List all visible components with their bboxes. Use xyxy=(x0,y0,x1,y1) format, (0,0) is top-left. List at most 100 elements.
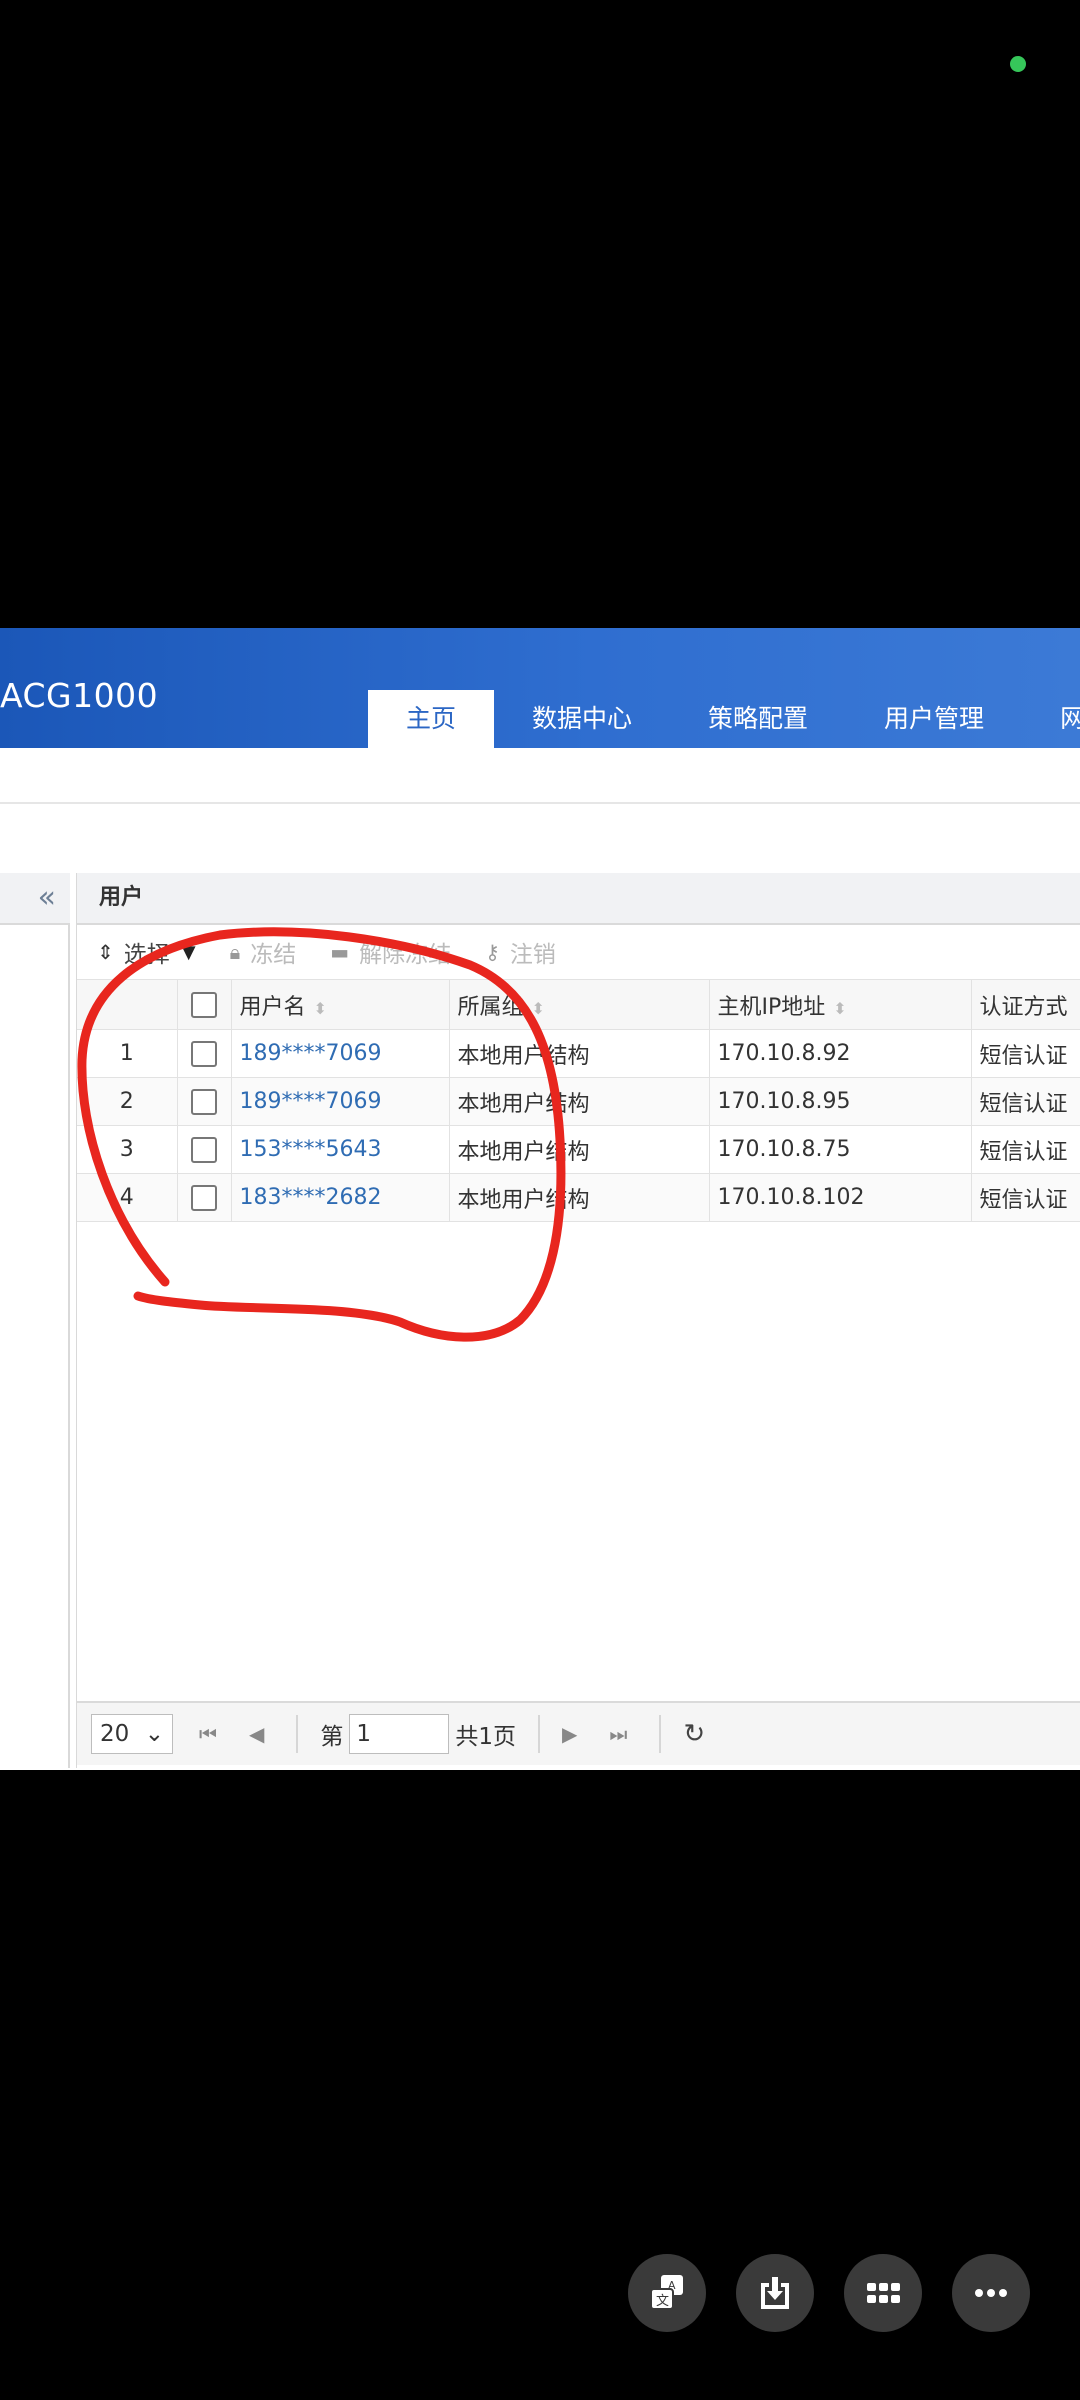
table-row[interactable]: 4 183****2682 本地用户结构 170.10.8.102 短信认证 xyxy=(77,1173,1080,1222)
header-select-all[interactable] xyxy=(177,979,232,1030)
ip-cell: 170.10.8.92 xyxy=(709,1029,972,1078)
row-checkbox[interactable] xyxy=(191,1088,217,1115)
next-page-icon[interactable]: ▶ xyxy=(562,1722,577,1746)
key-icon: ⚷ xyxy=(485,940,500,964)
sidebar-header: « xyxy=(0,873,70,925)
table-row[interactable]: 3 153****5643 本地用户结构 170.10.8.75 短信认证 xyxy=(77,1125,1080,1174)
pager-divider xyxy=(538,1715,541,1753)
svg-text:文: 文 xyxy=(656,2294,669,2309)
auth-cell: 短信认证 xyxy=(971,1173,1080,1222)
ip-cell: 170.10.8.102 xyxy=(709,1173,972,1222)
auth-cell: 短信认证 xyxy=(971,1125,1080,1174)
unfreeze-label: 解除冻结 xyxy=(359,942,452,968)
auth-cell: 短信认证 xyxy=(971,1029,1080,1078)
auth-cell: 短信认证 xyxy=(971,1077,1080,1126)
header-index xyxy=(77,979,178,1030)
grid-icon xyxy=(867,2283,900,2303)
header-auth-label: 认证方式 xyxy=(979,994,1068,1020)
table-row[interactable]: 1 189****7069 本地用户结构 170.10.8.92 短信认证 xyxy=(77,1029,1080,1078)
ip-cell: 170.10.8.75 xyxy=(709,1125,972,1174)
status-indicator-dot xyxy=(1010,56,1026,72)
row-index: 4 xyxy=(77,1173,178,1222)
pager-divider xyxy=(659,1715,662,1753)
sort-icon: ⬍ xyxy=(313,998,327,1018)
tab-data-center[interactable]: 数据中心 xyxy=(494,690,670,748)
row-checkbox-cell[interactable] xyxy=(177,1125,232,1174)
left-sidebar: « xyxy=(0,873,70,1768)
last-page-icon[interactable]: ⏭︎ xyxy=(609,1722,627,1746)
current-page-input[interactable]: 1 xyxy=(349,1714,450,1754)
username-link[interactable]: 189****7069 xyxy=(231,1077,450,1126)
row-checkbox-cell[interactable] xyxy=(177,1173,232,1222)
header-username[interactable]: 用户名 ⬍ xyxy=(231,979,450,1030)
sort-icon: ⬍ xyxy=(531,998,545,1018)
select-dropdown[interactable]: ⇕ 选择 ▼ xyxy=(97,935,196,969)
svg-text:A: A xyxy=(668,2279,676,2292)
app-title: ACG1000 xyxy=(0,676,159,715)
header-username-label: 用户名 xyxy=(239,994,306,1020)
row-checkbox[interactable] xyxy=(191,1184,217,1211)
username-link[interactable]: 183****2682 xyxy=(231,1173,450,1222)
group-cell: 本地用户结构 xyxy=(449,1029,710,1078)
more-icon xyxy=(975,2289,1007,2297)
row-checkbox-cell[interactable] xyxy=(177,1029,232,1078)
table-header-row: 用户名 ⬍ 所属组 ⬍ 主机IP地址 ⬍ 认证方式 xyxy=(77,979,1080,1030)
caret-down-icon: ▼ xyxy=(181,941,196,963)
page-prefix: 第 xyxy=(320,1724,344,1750)
translate-button[interactable]: 文 A xyxy=(628,2254,706,2332)
users-table: 用户名 ⬍ 所属组 ⬍ 主机IP地址 ⬍ 认证方式 1 189****7069 本地用… xyxy=(77,979,1080,1222)
lock-icon: 🔒︎ xyxy=(229,940,241,964)
main-nav: 主页 数据中心 策略配置 用户管理 网络 xyxy=(368,690,1080,748)
freeze-button[interactable]: 🔒︎ 冻结 xyxy=(230,935,297,969)
table-row[interactable]: 2 189****7069 本地用户结构 170.10.8.95 短信认证 xyxy=(77,1077,1080,1126)
header-ip[interactable]: 主机IP地址 ⬍ xyxy=(709,979,972,1030)
more-button[interactable] xyxy=(952,2254,1030,2332)
unfreeze-button[interactable]: ▬ 解除冻结 xyxy=(330,935,451,969)
total-pages: 共1页 xyxy=(455,1724,517,1750)
logout-button[interactable]: ⚷ 注销 xyxy=(485,935,556,969)
freeze-label: 冻结 xyxy=(250,942,297,968)
username-link[interactable]: 153****5643 xyxy=(231,1125,450,1174)
group-cell: 本地用户结构 xyxy=(449,1173,710,1222)
prev-page-icon[interactable]: ◀ xyxy=(249,1722,264,1746)
select-label: 选择 xyxy=(123,942,170,968)
username-link[interactable]: 189****7069 xyxy=(231,1029,450,1078)
row-index: 1 xyxy=(77,1029,178,1078)
collapse-left-icon[interactable]: « xyxy=(38,881,56,915)
top-header: ACG1000 主页 数据中心 策略配置 用户管理 网络 xyxy=(0,628,1080,748)
action-toolbar: ⇕ 选择 ▼ 🔒︎ 冻结 ▬ 解除冻结 ⚷ 注销 xyxy=(77,925,1080,979)
header-group-label: 所属组 xyxy=(457,994,524,1020)
refresh-icon[interactable]: ↻ xyxy=(683,1719,705,1749)
row-checkbox[interactable] xyxy=(191,1040,217,1067)
header-auth[interactable]: 认证方式 xyxy=(971,979,1080,1030)
sort-icon: ⬍ xyxy=(833,998,847,1018)
pager-divider xyxy=(296,1715,299,1753)
group-cell: 本地用户结构 xyxy=(449,1077,710,1126)
floating-actions: 文 A xyxy=(628,2254,1060,2332)
logout-label: 注销 xyxy=(509,942,556,968)
ip-cell: 170.10.8.95 xyxy=(709,1077,972,1126)
translate-icon: 文 A xyxy=(650,2275,683,2310)
group-cell: 本地用户结构 xyxy=(449,1125,710,1174)
tab-home[interactable]: 主页 xyxy=(368,690,495,748)
sub-toolbar xyxy=(0,748,1080,804)
row-index: 3 xyxy=(77,1125,178,1174)
download-button[interactable] xyxy=(736,2254,814,2332)
page-size-value: 20 xyxy=(100,1721,130,1747)
row-checkbox[interactable] xyxy=(191,1136,217,1163)
users-panel: 用户 ⇕ 选择 ▼ 🔒︎ 冻结 ▬ 解除冻结 ⚷ 注销 用户名 ⬍ 所属组 ⬍ … xyxy=(76,873,1080,1768)
select-all-checkbox[interactable] xyxy=(191,991,217,1018)
row-checkbox-cell[interactable] xyxy=(177,1077,232,1126)
folder-icon: ▬ xyxy=(330,940,350,964)
tab-policy-config[interactable]: 策略配置 xyxy=(670,690,846,748)
row-index: 2 xyxy=(77,1077,178,1126)
download-icon xyxy=(761,2277,789,2309)
header-group[interactable]: 所属组 ⬍ xyxy=(449,979,710,1030)
tab-user-management[interactable]: 用户管理 xyxy=(846,690,1022,748)
header-ip-label: 主机IP地址 xyxy=(717,994,826,1020)
first-page-icon[interactable]: ⏮︎ xyxy=(199,1722,217,1746)
pagination-bar: 20 ⌄ ⏮︎ ◀ 第 1 共1页 ▶ ⏭︎ ↻ xyxy=(77,1701,1080,1765)
page-size-select[interactable]: 20 ⌄ xyxy=(91,1714,173,1754)
tab-network[interactable]: 网络 xyxy=(1022,690,1080,748)
grid-button[interactable] xyxy=(844,2254,922,2332)
